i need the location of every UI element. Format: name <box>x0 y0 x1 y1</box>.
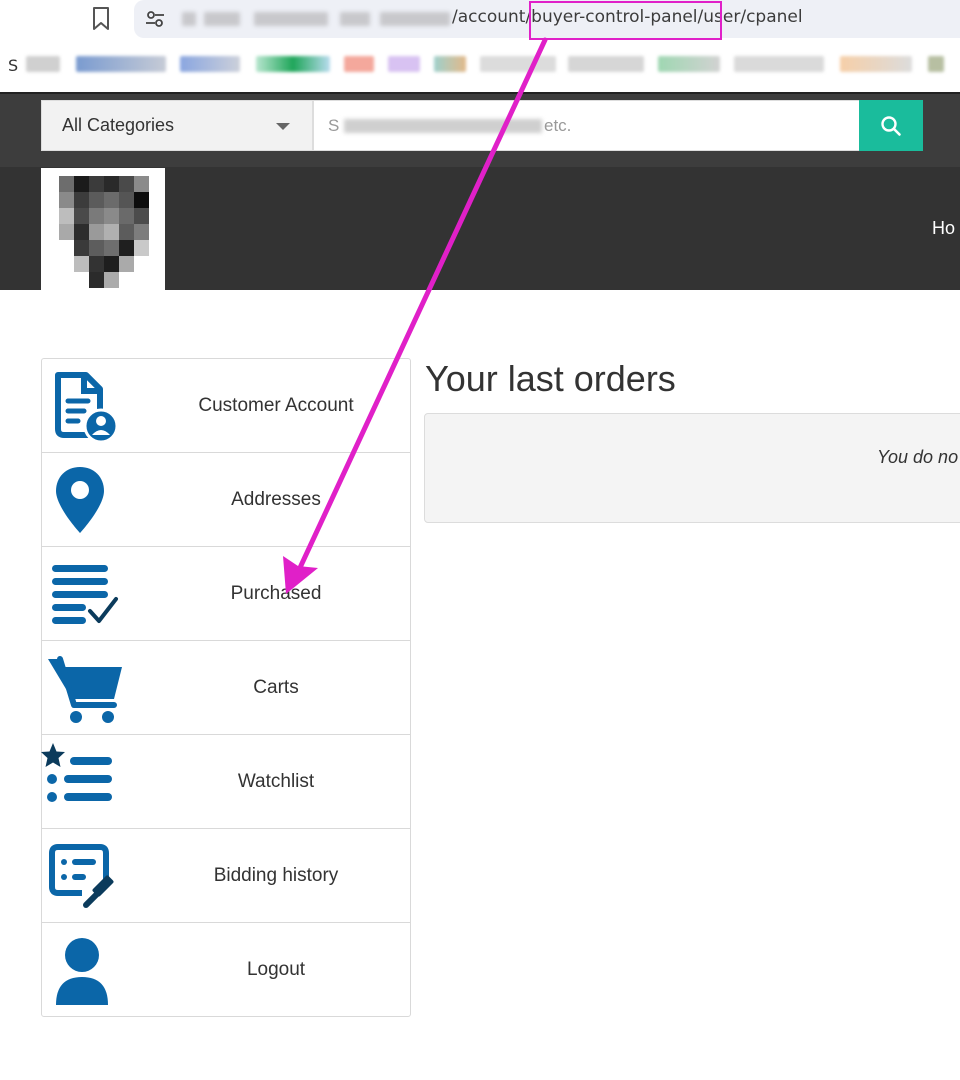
url-highlight-box <box>529 1 722 40</box>
url-redacted <box>340 12 370 26</box>
sidebar-item-label: Logout <box>246 959 306 980</box>
bookmark-item[interactable] <box>180 56 240 72</box>
empty-orders-notice: You do no <box>424 413 960 523</box>
map-pin-icon <box>56 467 104 533</box>
user-icon <box>56 938 108 1005</box>
bookmark-item[interactable] <box>840 56 912 72</box>
bookmark-item[interactable] <box>256 56 330 72</box>
sidebar-item-purchased[interactable]: Purchased <box>42 547 410 641</box>
document-user-icon <box>55 372 119 443</box>
bookmark-item[interactable] <box>388 56 420 72</box>
bookmark-item[interactable] <box>568 56 644 72</box>
search-placeholder-end: etc. <box>544 116 572 135</box>
gavel-list-icon <box>49 844 114 908</box>
bookmark-item[interactable] <box>734 56 824 72</box>
bookmark-item[interactable] <box>928 56 944 72</box>
url-redacted <box>182 12 196 26</box>
url-redacted <box>204 12 240 26</box>
nav-link-home[interactable]: Ho <box>932 218 955 239</box>
bookmark-item[interactable] <box>480 56 556 72</box>
sidebar-item-bidding-history[interactable]: Bidding history <box>42 829 410 923</box>
search-placeholder-start: S <box>328 116 340 135</box>
search-placeholder-redacted <box>344 119 542 133</box>
sidebar-item-watchlist[interactable]: Watchlist <box>41 735 410 829</box>
sidebar-item-customer-account[interactable]: Customer Account <box>42 359 410 453</box>
site-settings-icon[interactable] <box>144 8 166 30</box>
search-icon <box>881 116 901 136</box>
sidebar-item-label: Bidding history <box>213 865 339 886</box>
caret-down-icon <box>276 123 290 130</box>
url-redacted <box>254 12 328 26</box>
logo-redacted <box>59 176 149 288</box>
bookmark-item[interactable] <box>434 56 466 72</box>
sidebar-item-carts[interactable]: Carts <box>42 641 410 735</box>
site-logo[interactable] <box>41 168 165 290</box>
notice-text: You do no <box>877 447 959 467</box>
sidebar-item-label: Watchlist <box>237 771 315 792</box>
bookmark-icon[interactable] <box>90 6 112 32</box>
sidebar-item-addresses[interactable]: Addresses <box>42 453 410 547</box>
sidebar-item-label: Addresses <box>231 489 321 510</box>
sidebar-item-logout[interactable]: Logout <box>42 923 410 1017</box>
star-list-icon <box>41 743 112 802</box>
bookmark-item[interactable] <box>76 56 166 72</box>
bookmark-label[interactable]: S <box>8 56 18 75</box>
sidebar-item-label: Carts <box>253 677 299 698</box>
search-button[interactable] <box>859 100 923 151</box>
url-redacted <box>380 12 450 26</box>
account-sidebar: Customer Account Addresses Purchased Car… <box>41 358 411 1017</box>
sidebar-item-label: Customer Account <box>198 395 354 416</box>
category-select-value: All Categories <box>62 115 175 135</box>
bookmark-item[interactable] <box>344 56 374 72</box>
sidebar-item-label: Purchased <box>230 583 322 604</box>
search-input[interactable]: S etc. <box>313 100 860 151</box>
bookmark-item[interactable] <box>26 56 60 72</box>
list-check-icon <box>52 565 118 624</box>
page-title: Your last orders <box>425 358 676 399</box>
cart-icon <box>48 656 122 723</box>
browser-toolbar: /account/buyer-control-panel/user/cpanel <box>0 0 960 40</box>
bookmark-item[interactable] <box>658 56 720 72</box>
category-select[interactable]: All Categories <box>41 100 313 151</box>
